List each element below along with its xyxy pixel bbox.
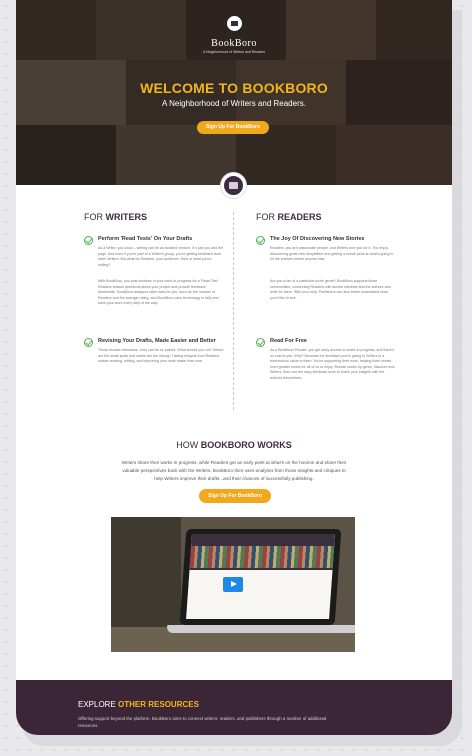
hero-section: BookBoro A Neighborhood of Writers and R… <box>16 0 452 185</box>
feature-body: Readers, you are passionate people, and … <box>270 246 394 262</box>
how-it-works-text: Writers share their works in progress, w… <box>121 460 347 481</box>
feature-title: Perform 'Read Tests' On Your Drafts <box>98 236 193 242</box>
feature-body: As a Writer, you know – writing can be a… <box>98 246 224 267</box>
brand-tagline: A Neighborhood of Writers and Readers <box>203 50 265 54</box>
laptop-base <box>166 625 355 633</box>
feature-title: The Joy Of Discovering New Stories <box>270 236 365 242</box>
heading-prefix: HOW <box>176 440 201 450</box>
heading-bold: OTHER RESOURCES <box>118 700 199 709</box>
feature-title: Read For Free <box>270 338 307 344</box>
hero-subtitle: A Neighborhood of Writers and Readers. <box>162 99 306 108</box>
play-icon[interactable] <box>223 577 243 592</box>
screen-bookshelf <box>189 546 335 568</box>
how-it-works-heading: HOW BOOKBORO WORKS <box>16 440 452 450</box>
brand-name: BookBoro <box>211 38 257 49</box>
heading-bold: READERS <box>277 212 322 222</box>
explore-heading: EXPLORE OTHER RESOURCES <box>78 700 199 709</box>
readers-heading: FOR READERS <box>256 212 322 222</box>
laptop-screen <box>186 534 336 619</box>
book-badge-icon <box>221 173 246 198</box>
check-circle-icon <box>84 236 93 245</box>
explore-text: Offering support beyond the platform, Bo… <box>78 716 327 728</box>
check-circle-icon <box>256 236 265 245</box>
column-divider <box>233 212 234 410</box>
hero-signup-button[interactable]: Sign Up For BookBoro <box>197 121 269 134</box>
feature-body: As a BookBoro Reader, you get early acce… <box>270 348 395 380</box>
check-circle-icon <box>256 338 265 347</box>
feature-title: Revising Your Drafts, Made Easier and Be… <box>98 338 216 344</box>
feature-body-2: Are you a fan of a particular niche genr… <box>270 279 392 300</box>
writers-heading: FOR WRITERS <box>84 212 147 222</box>
feature-body-2: With BookBoro, you post sections of your… <box>98 279 220 306</box>
video-player[interactable] <box>111 517 355 652</box>
heading-prefix: FOR <box>84 212 106 222</box>
heading-bold: BOOKBORO WORKS <box>200 440 292 450</box>
landing-page: BookBoro A Neighborhood of Writers and R… <box>16 0 452 735</box>
hero-title: WELCOME TO BOOKBORO <box>140 80 328 96</box>
how-signup-button[interactable]: Sign Up For BookBoro <box>199 489 271 503</box>
laptop-image <box>179 529 342 625</box>
heading-prefix: EXPLORE <box>78 700 119 709</box>
heading-bold: WRITERS <box>105 212 148 222</box>
brand-logo[interactable]: BookBoro A Neighborhood of Writers and R… <box>16 16 452 54</box>
feature-body: Those revision decisions...they can be s… <box>98 348 224 364</box>
book-logo-icon <box>226 16 242 31</box>
heading-prefix: FOR <box>256 212 278 222</box>
check-circle-icon <box>84 338 93 347</box>
